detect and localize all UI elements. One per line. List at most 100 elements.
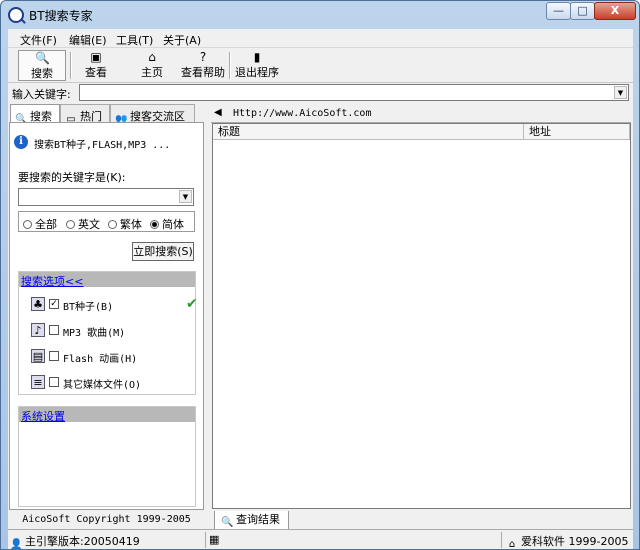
status-engine-version-text: 主引擎版本:20050419 xyxy=(25,535,140,548)
tab-query-results-label: 查询结果 xyxy=(236,513,280,526)
window-title: BT搜索专家 xyxy=(29,9,93,23)
keyword-label: 要搜索的关键字是(K): xyxy=(18,171,126,184)
search-options-header[interactable]: 搜索选项<< xyxy=(19,272,195,289)
client-area: 文件(F) 编辑(E) 工具(T) 关于(A) 🔍 搜索 ▣ 查看 ⌂ 主页 ?… xyxy=(8,29,633,550)
column-header-title[interactable]: 标题 xyxy=(213,124,524,140)
toolbar-home-button[interactable]: ⌂ 主页 xyxy=(132,50,172,81)
toolbar-home-label: 主页 xyxy=(141,66,163,79)
toolbar-help-button[interactable]: ? 查看帮助 xyxy=(178,50,228,81)
home-icon: ⌂ xyxy=(148,50,156,64)
speaker-icon: ◀ xyxy=(214,107,222,118)
menu-edit[interactable]: 编辑(E) xyxy=(69,32,107,48)
option-flash[interactable]: ▤ Flash 动画(H) xyxy=(31,348,191,366)
status-copyright-text: 爱科软件 1999-2005 xyxy=(521,535,629,548)
column-header-address[interactable]: 地址 xyxy=(524,124,630,140)
results-list[interactable]: 标题 地址 xyxy=(212,123,631,509)
info-text: 搜索BT种子,FLASH,MP3 ... xyxy=(34,140,171,151)
toolbar-search-button[interactable]: 🔍 搜索 xyxy=(18,50,66,81)
app-logo-icon xyxy=(8,7,24,23)
toolbar-help-label: 查看帮助 xyxy=(181,66,225,79)
toolbar: 🔍 搜索 ▣ 查看 ⌂ 主页 ? 查看帮助 ▮ 退出程序 xyxy=(8,48,633,83)
language-radio-group: 全部 英文 繁体 简体 xyxy=(18,211,195,232)
network-icon: ▦ xyxy=(209,533,220,546)
keyword-bar-input[interactable]: ▼ xyxy=(79,84,629,101)
option-flash-label: Flash 动画(H) xyxy=(63,354,138,365)
maximize-button[interactable]: □ xyxy=(570,2,595,20)
chevron-down-icon[interactable]: ▼ xyxy=(179,190,192,203)
search-now-button[interactable]: 立即搜索(S) xyxy=(132,242,194,261)
radio-all[interactable]: 全部 xyxy=(23,216,57,232)
close-button[interactable]: X xyxy=(594,2,636,20)
home-icon: ⌂ xyxy=(508,539,516,550)
option-media-label: 其它媒体文件(O) xyxy=(63,380,142,391)
chevron-down-icon[interactable]: ▼ xyxy=(614,86,627,99)
toolbar-view-button[interactable]: ▣ 查看 xyxy=(76,50,116,81)
title-bar[interactable]: BT搜索专家 — □ X xyxy=(1,1,639,29)
toolbar-exit-label: 退出程序 xyxy=(235,66,279,79)
radio-english-label: 英文 xyxy=(78,218,100,231)
menu-file[interactable]: 文件(F) xyxy=(20,32,57,48)
menu-about[interactable]: 关于(A) xyxy=(163,32,201,48)
toolbar-separator xyxy=(70,52,72,79)
app-window: BT搜索专家 — □ X 文件(F) 编辑(E) 工具(T) 关于(A) 🔍 搜… xyxy=(0,0,640,550)
radio-traditional-label: 繁体 xyxy=(120,218,142,231)
search-panel: i 搜索BT种子,FLASH,MP3 ... 要搜索的关键字是(K): ▼ 全部… xyxy=(9,122,204,510)
system-settings-header[interactable]: 系统设置 xyxy=(19,407,195,424)
option-bt[interactable]: ♣ ✓ BT种子(B) ✔ xyxy=(31,296,198,314)
radio-english[interactable]: 英文 xyxy=(66,216,100,232)
exit-door-icon: ▮ xyxy=(253,50,261,64)
menu-tools[interactable]: 工具(T) xyxy=(116,32,153,48)
option-flash-checkbox[interactable] xyxy=(49,351,59,361)
left-tab-strip: 🔍 搜索 ▭ 热门 👥 搜客交流区 xyxy=(8,104,205,125)
status-separator xyxy=(501,532,502,548)
tab-community[interactable]: 👥 搜客交流区 xyxy=(110,104,195,125)
radio-traditional-dot xyxy=(108,220,117,229)
search-icon: 🔍 xyxy=(221,517,234,528)
url-bar: ◀ Http://www.AicoSoft.com xyxy=(211,104,631,123)
search-people-icon: 🔍 xyxy=(35,51,50,65)
option-media-checkbox[interactable] xyxy=(49,377,59,387)
radio-all-label: 全部 xyxy=(35,218,57,231)
radio-traditional[interactable]: 繁体 xyxy=(108,216,142,232)
radio-simplified[interactable]: 简体 xyxy=(150,216,184,232)
option-bt-checkbox[interactable]: ✓ xyxy=(49,299,59,309)
info-row: i 搜索BT种子,FLASH,MP3 ... xyxy=(14,134,199,152)
keyword-bar-label: 输入关键字: xyxy=(12,88,71,101)
system-settings-panel: 系统设置 xyxy=(18,406,196,507)
homepage-url[interactable]: Http://www.AicoSoft.com xyxy=(233,108,371,119)
status-separator xyxy=(205,532,206,548)
flash-icon: ▤ xyxy=(31,349,45,363)
tab-query-results[interactable]: 🔍 查询结果 xyxy=(214,511,289,530)
tab-hot[interactable]: ▭ 热门 xyxy=(60,104,110,125)
option-mp3[interactable]: ♪ MP3 歌曲(M) xyxy=(31,322,191,340)
status-bar: 👤 主引擎版本:20050419 ▦ ⌂ 爱科软件 1999-2005 xyxy=(8,529,633,550)
info-icon: i xyxy=(14,135,28,149)
radio-all-dot xyxy=(23,220,32,229)
user-icon: 👤 xyxy=(10,539,23,550)
help-icon: ? xyxy=(199,50,207,64)
search-options-title[interactable]: 搜索选项<< xyxy=(21,273,83,289)
option-mp3-checkbox[interactable] xyxy=(49,325,59,335)
keyword-combo[interactable]: ▼ xyxy=(18,188,194,206)
toolbar-separator xyxy=(229,52,231,79)
keyword-bar: 输入关键字: ▼ xyxy=(8,83,633,103)
media-file-icon: ≡ xyxy=(31,375,45,389)
minimize-button[interactable]: — xyxy=(546,2,571,20)
mp3-icon: ♪ xyxy=(31,323,45,337)
copyright-footer: AicoSoft Copyright 1999-2005 xyxy=(22,514,191,525)
status-engine-version: 👤 主引擎版本:20050419 xyxy=(10,533,140,550)
radio-english-dot xyxy=(66,220,75,229)
option-mp3-label: MP3 歌曲(M) xyxy=(63,328,126,339)
search-options-panel: 搜索选项<< ♣ ✓ BT种子(B) ✔ ♪ MP3 歌曲(M) ▤ Flash… xyxy=(18,271,198,395)
toolbar-exit-button[interactable]: ▮ 退出程序 xyxy=(234,50,280,81)
checkmark-icon: ✔ xyxy=(186,296,198,312)
view-icon: ▣ xyxy=(90,50,102,64)
toolbar-search-label: 搜索 xyxy=(31,67,53,80)
tab-search[interactable]: 🔍 搜索 xyxy=(10,104,60,125)
system-settings-title[interactable]: 系统设置 xyxy=(21,408,65,424)
bt-seed-icon: ♣ xyxy=(31,297,45,311)
option-media[interactable]: ≡ 其它媒体文件(O) xyxy=(31,374,191,392)
option-bt-label: BT种子(B) xyxy=(63,302,114,313)
radio-simplified-dot xyxy=(150,220,159,229)
status-copyright: ⌂ 爱科软件 1999-2005 xyxy=(506,533,629,550)
